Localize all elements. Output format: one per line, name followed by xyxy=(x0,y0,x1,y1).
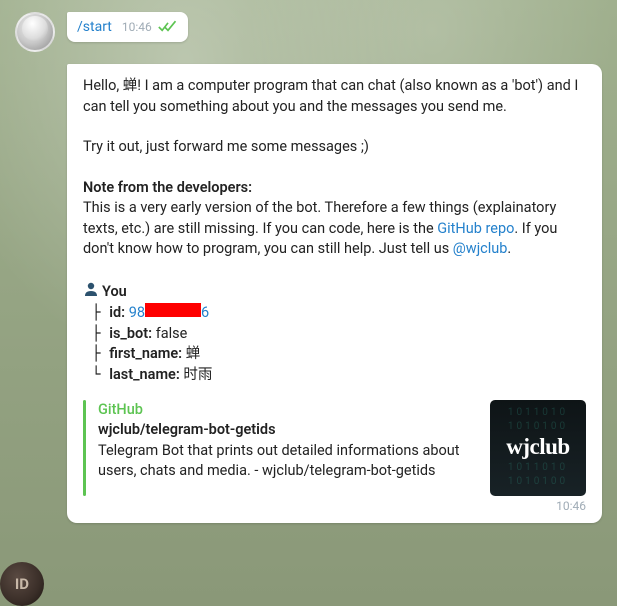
firstname-label: first_name: xyxy=(109,344,182,365)
id-label: id: xyxy=(109,303,125,324)
person-icon xyxy=(83,281,99,304)
id-prefix[interactable]: 98 xyxy=(129,303,145,324)
firstname-row: ├ first_name: 蝉 xyxy=(83,344,586,365)
command-text[interactable]: /start xyxy=(77,19,112,35)
isbot-value: false xyxy=(156,324,188,345)
note-heading: Note from the developers: xyxy=(83,179,252,196)
preview-description: Telegram Bot that prints out detailed in… xyxy=(98,441,480,482)
bot-message-time: 10:46 xyxy=(83,498,586,515)
github-link[interactable]: GitHub repo xyxy=(437,220,514,237)
id-suffix[interactable]: 6 xyxy=(201,303,209,324)
corner-badge-text: ID xyxy=(15,575,29,593)
greeting-text: Hello, 蝉! I am a computer program that c… xyxy=(83,76,586,117)
user-heading: You xyxy=(102,282,127,303)
isbot-row: ├ is_bot: false xyxy=(83,324,586,345)
tryit-text: Try it out, just forward me some message… xyxy=(83,137,586,158)
preview-title: wjclub/telegram-bot-getids xyxy=(98,420,480,441)
note-block: Note from the developers: This is a very… xyxy=(83,178,586,260)
user-info-section: You ├ id: 986 ├ is_bot: false ├ first_na… xyxy=(83,281,586,386)
avatar[interactable] xyxy=(15,12,55,52)
bot-message-bubble[interactable]: Hello, 蝉! I am a computer program that c… xyxy=(67,64,602,523)
firstname-value: 蝉 xyxy=(186,344,201,365)
id-row: ├ id: 986 xyxy=(83,303,586,324)
isbot-label: is_bot: xyxy=(109,324,152,345)
lastname-label: last_name: xyxy=(109,365,180,386)
corner-avatar[interactable]: ID xyxy=(0,562,44,606)
preview-site: GitHub xyxy=(98,400,480,421)
outgoing-bubble[interactable]: /start 10:46 xyxy=(67,12,188,42)
lastname-value: 时雨 xyxy=(183,365,212,386)
link-preview-card[interactable]: GitHub wjclub/telegram-bot-getids Telegr… xyxy=(83,400,586,496)
note-text-3: . xyxy=(507,240,511,257)
lastname-row: └ last_name: 时雨 xyxy=(83,365,586,386)
thumb-text: wjclub xyxy=(506,431,569,464)
note-body: This is a very early version of the bot.… xyxy=(83,198,586,260)
read-checks-icon xyxy=(158,20,178,34)
id-redaction xyxy=(145,303,201,317)
preview-accent-bar xyxy=(83,400,86,496)
message-time: 10:46 xyxy=(122,20,152,34)
wjclub-link[interactable]: @wjclub xyxy=(453,240,508,257)
preview-thumbnail[interactable]: 1011010 1010100 1011010 1010100 wjclub xyxy=(490,400,586,496)
outgoing-message-row: /start 10:46 xyxy=(15,12,602,52)
